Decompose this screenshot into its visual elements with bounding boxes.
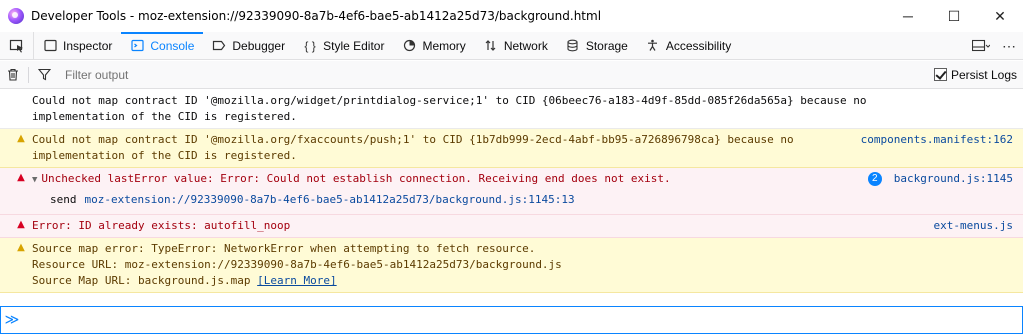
error-icon: ▲ xyxy=(17,219,25,230)
tab-accessibility[interactable]: Accessibility xyxy=(637,32,740,59)
message-text: Could not map contract ID '@mozilla.org/… xyxy=(32,94,874,123)
toolbar-divider xyxy=(28,66,29,83)
tab-label: Style Editor xyxy=(323,38,385,53)
stack-location-link[interactable]: moz-extension://92339090-8a7b-4ef6-bae5-… xyxy=(85,193,575,206)
tab-debugger[interactable]: Debugger xyxy=(203,32,294,59)
tab-label: Inspector xyxy=(63,38,113,53)
message-text-line: Source map error: TypeError: NetworkErro… xyxy=(32,242,536,255)
warning-icon: ▲ xyxy=(17,133,25,144)
console-input[interactable] xyxy=(23,308,1022,332)
tab-label: Debugger xyxy=(232,38,286,53)
filter-output-input[interactable] xyxy=(65,63,885,86)
storage-icon xyxy=(566,39,580,53)
tab-style-editor[interactable]: { } Style Editor xyxy=(294,32,393,59)
tab-storage[interactable]: Storage xyxy=(557,32,637,59)
console-prompt-icon: ≫ xyxy=(4,312,20,328)
tab-label: Accessibility xyxy=(665,38,732,53)
filter-icon xyxy=(37,68,51,81)
console-message[interactable]: Could not map contract ID '@mozilla.org/… xyxy=(0,90,1023,129)
message-source-link[interactable]: ext-menus.js xyxy=(934,218,1013,234)
message-source-link[interactable]: components.manifest:162 xyxy=(861,132,1013,148)
message-text-line: Resource URL: moz-extension://92339090-8… xyxy=(32,258,562,271)
console-input-line: ≫ xyxy=(0,306,1023,334)
error-icon: ▲ xyxy=(17,172,25,183)
console-message[interactable]: ▲ Error: ID already exists: autofill_noo… xyxy=(0,215,1023,238)
clear-console-button[interactable] xyxy=(0,62,26,88)
message-text-line: Source Map URL: background.js.map [Learn… xyxy=(32,273,843,289)
message-text: Could not map contract ID '@mozilla.org/… xyxy=(32,133,801,162)
console-message[interactable]: ▲ Could not map contract ID '@mozilla.or… xyxy=(0,129,1023,168)
filter-toggle-button[interactable] xyxy=(31,62,57,88)
debugger-icon xyxy=(212,39,226,53)
memory-icon xyxy=(402,39,416,53)
trash-icon xyxy=(8,68,18,81)
persist-logs-label: Persist Logs xyxy=(950,67,1017,82)
accessibility-icon xyxy=(646,39,660,53)
source-location[interactable]: background.js:1145 xyxy=(894,172,1013,185)
message-text: Error: ID already exists: autofill_noop xyxy=(32,219,291,232)
console-icon xyxy=(130,39,144,53)
console-message[interactable]: ▲ Source map error: TypeError: NetworkEr… xyxy=(0,238,1023,293)
close-button[interactable]: ✕ xyxy=(977,0,1023,32)
window-titlebar: Developer Tools - moz-extension://923390… xyxy=(0,0,1023,32)
network-icon xyxy=(484,39,498,53)
minimize-button[interactable]: ─ xyxy=(885,0,931,32)
tab-console[interactable]: Console xyxy=(121,32,204,59)
learn-more-link[interactable]: [Learn More] xyxy=(257,274,336,287)
persist-logs-toggle[interactable]: Persist Logs xyxy=(933,67,1017,82)
warning-icon: ▲ xyxy=(17,242,25,253)
element-picker-icon xyxy=(9,39,23,53)
console-filter-bar: Persist Logs xyxy=(0,61,1023,89)
toolbar-right-controls: ⋯ xyxy=(967,32,1023,59)
dock-options-button[interactable] xyxy=(967,32,995,60)
console-message[interactable]: ▲ ▼ Unchecked lastError value: Error: Cou… xyxy=(0,168,1023,215)
message-source-link[interactable]: 2 background.js:1145 xyxy=(867,171,1013,187)
expand-toggle-icon[interactable]: ▼ xyxy=(32,172,37,188)
tab-label: Console xyxy=(150,38,195,53)
tab-network[interactable]: Network xyxy=(475,32,557,59)
persist-logs-checkbox[interactable] xyxy=(933,68,947,81)
style-editor-icon: { } xyxy=(304,38,316,53)
tab-label: Network xyxy=(503,38,548,53)
source-map-url-text: Source Map URL: background.js.map xyxy=(32,274,251,287)
stack-frame[interactable]: send moz-extension://92339090-8a7b-4ef6-b… xyxy=(32,192,843,208)
message-text: Unchecked lastError value: Error: Could … xyxy=(41,172,671,185)
stack-function-name: send xyxy=(50,193,77,206)
tab-inspector[interactable]: Inspector xyxy=(34,32,121,59)
element-picker-button[interactable] xyxy=(0,32,34,59)
more-options-icon: ⋯ xyxy=(1002,37,1016,54)
more-options-button[interactable]: ⋯ xyxy=(995,32,1023,60)
inspector-icon xyxy=(43,39,57,53)
console-output[interactable]: Could not map contract ID '@mozilla.org/… xyxy=(0,90,1023,306)
firefox-developer-icon xyxy=(8,8,24,24)
window-title: Developer Tools - moz-extension://923390… xyxy=(31,9,602,23)
tab-label: Memory xyxy=(422,38,466,53)
devtools-toolbar: Inspector Console Debugger { } Style Edi… xyxy=(0,32,1023,60)
tab-memory[interactable]: Memory xyxy=(393,32,474,59)
tab-label: Storage xyxy=(585,38,628,53)
maximize-button[interactable]: ☐ xyxy=(931,0,977,32)
dock-layout-icon xyxy=(972,39,990,51)
repeat-count-badge: 2 xyxy=(867,172,882,186)
